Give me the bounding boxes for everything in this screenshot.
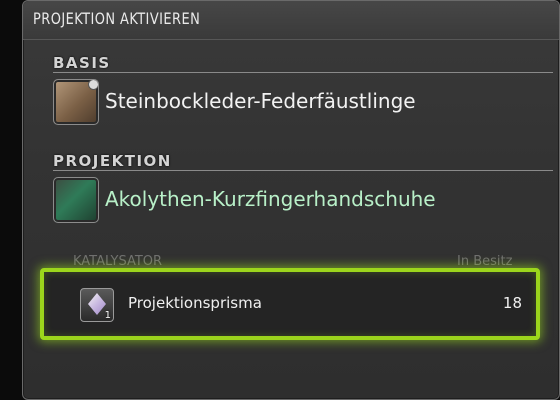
- catalyst-owned-count: 18: [502, 294, 522, 312]
- base-section-divider: [53, 72, 553, 73]
- catalyst-column-header: KATALYSATOR: [73, 254, 163, 269]
- window-title: PROJEKTION AKTIVIEREN: [33, 9, 201, 28]
- base-section-label: BASIS: [53, 54, 111, 72]
- item-indicator-icon: [88, 80, 98, 90]
- projection-section-label: PROJEKTION: [53, 152, 172, 170]
- prism-quantity: 1: [104, 310, 111, 321]
- title-bar[interactable]: PROJEKTION AKTIVIEREN: [23, 1, 559, 40]
- prism-crystal-shape: [88, 293, 106, 315]
- fingerless-gloves-icon[interactable]: [53, 177, 99, 223]
- catalyst-item-name: Projektionsprisma: [128, 294, 262, 312]
- leather-gloves-icon[interactable]: [53, 79, 99, 125]
- prism-icon[interactable]: 1: [80, 288, 114, 322]
- catalyst-row[interactable]: 1 Projektionsprisma 18: [40, 268, 540, 340]
- owned-column-header: In Besitz: [457, 254, 513, 269]
- projection-item-name[interactable]: Akolythen-Kurzfingerhandschuhe: [105, 187, 436, 211]
- projection-section-divider: [53, 170, 553, 171]
- base-item-name[interactable]: Steinbockleder-Federfäustlinge: [105, 89, 416, 113]
- glamour-window: PROJEKTION AKTIVIEREN BASIS Steinbockled…: [22, 0, 560, 400]
